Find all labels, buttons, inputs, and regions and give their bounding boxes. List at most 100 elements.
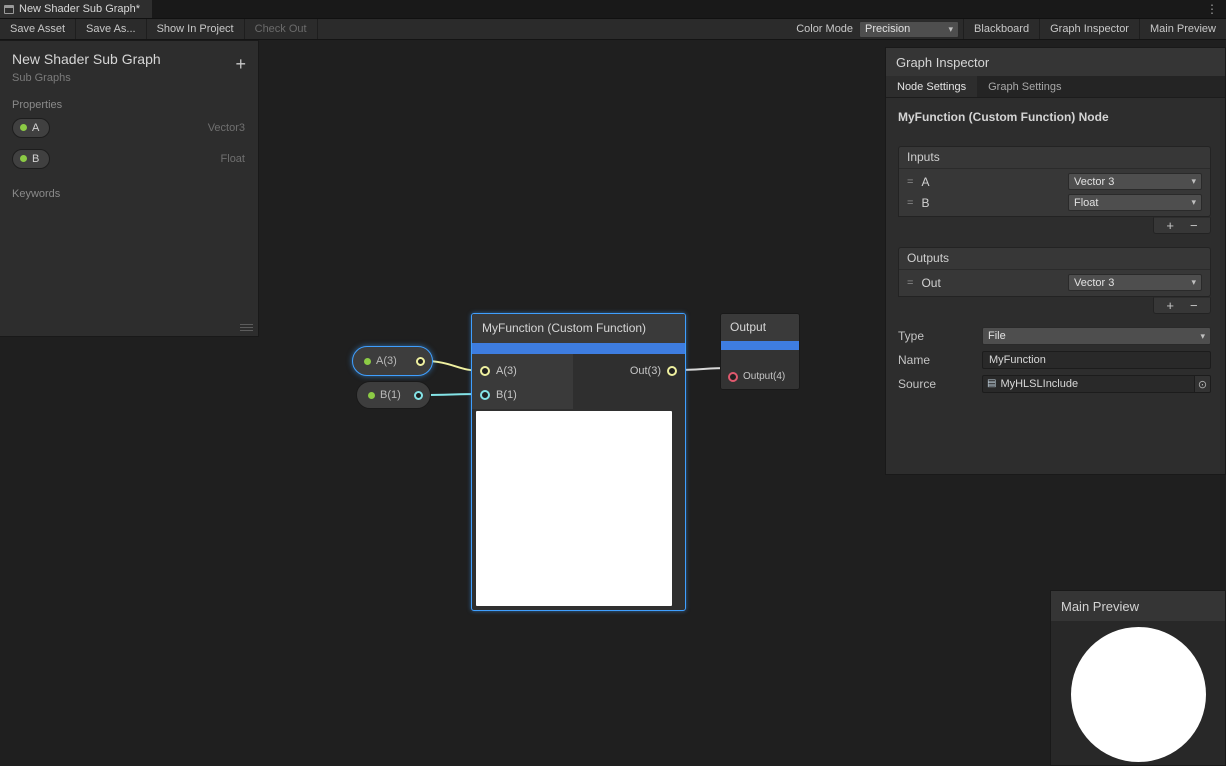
chevron-down-icon: ▾ bbox=[1191, 176, 1196, 187]
tab-strip: New Shader Sub Graph* ⋮ bbox=[0, 0, 1226, 18]
save-asset-button[interactable]: Save Asset bbox=[0, 19, 76, 39]
source-field-row: Source ▤ MyHLSLInclude ⊙ bbox=[898, 375, 1211, 393]
color-mode-value: Precision bbox=[865, 23, 910, 35]
blackboard-toggle-button[interactable]: Blackboard bbox=[963, 19, 1039, 39]
type-field-row: Type File ▾ bbox=[898, 327, 1211, 345]
output-type-dropdown[interactable]: Vector 3 ▾ bbox=[1068, 274, 1202, 291]
add-input-button[interactable]: + bbox=[1166, 218, 1174, 233]
outputs-list-header: Outputs bbox=[899, 248, 1210, 270]
save-as-button[interactable]: Save As... bbox=[76, 19, 147, 39]
output-port-label: Output(4) bbox=[743, 371, 785, 382]
name-field-row: Name bbox=[898, 351, 1211, 369]
node-preview bbox=[476, 411, 672, 606]
source-object-field[interactable]: ▤ MyHLSLInclude ⊙ bbox=[982, 375, 1211, 393]
property-node-a[interactable]: A(3) bbox=[352, 346, 433, 376]
input-port-b[interactable] bbox=[480, 390, 490, 400]
property-a-output-port[interactable] bbox=[416, 357, 425, 366]
add-property-button[interactable]: + bbox=[235, 55, 246, 73]
function-name-field[interactable] bbox=[982, 351, 1211, 369]
node-title: Output bbox=[721, 314, 799, 341]
tab-new-shader-sub-graph[interactable]: New Shader Sub Graph* bbox=[0, 0, 152, 18]
overflow-menu-icon[interactable]: ⋮ bbox=[1198, 0, 1226, 18]
blackboard-header: New Shader Sub Graph Sub Graphs + bbox=[0, 41, 258, 84]
output-node-port-row: Output(4) bbox=[721, 350, 799, 390]
graph-inspector-panel: Graph Inspector Node Settings Graph Sett… bbox=[885, 47, 1226, 475]
inspector-tabs: Node Settings Graph Settings bbox=[886, 76, 1225, 98]
main-preview-toggle-button[interactable]: Main Preview bbox=[1139, 19, 1226, 39]
input-name: A bbox=[921, 175, 1060, 189]
property-node-b[interactable]: B(1) bbox=[356, 381, 431, 409]
remove-output-button[interactable]: − bbox=[1190, 298, 1198, 313]
source-object-name: MyHLSLInclude bbox=[1000, 378, 1190, 390]
inputs-list-row[interactable]: = B Float ▾ bbox=[899, 192, 1210, 213]
remove-input-button[interactable]: − bbox=[1190, 218, 1198, 233]
resize-handle[interactable] bbox=[240, 324, 253, 332]
outputs-list-row[interactable]: = Out Vector 3 ▾ bbox=[899, 272, 1210, 293]
output-name: Out bbox=[921, 276, 1060, 290]
output-port-out[interactable] bbox=[667, 366, 677, 376]
node-ports: A(3) B(1) Out(3) bbox=[472, 354, 685, 409]
input-port-row: B(1) bbox=[472, 383, 573, 407]
properties-section-label: Properties bbox=[0, 99, 258, 111]
output-type-value: Vector 3 bbox=[1074, 277, 1114, 289]
chevron-down-icon: ▾ bbox=[949, 24, 954, 35]
input-type-value: Vector 3 bbox=[1074, 176, 1114, 188]
tab-title: New Shader Sub Graph* bbox=[19, 3, 140, 15]
chevron-down-icon: ▾ bbox=[1200, 331, 1205, 342]
toolbar: Save Asset Save As... Show In Project Ch… bbox=[0, 18, 1226, 40]
tab-graph-settings[interactable]: Graph Settings bbox=[977, 76, 1072, 97]
drag-handle-icon[interactable]: = bbox=[907, 197, 913, 209]
chevron-down-icon: ▾ bbox=[1191, 277, 1196, 288]
inspected-node-header: MyFunction (Custom Function) Node bbox=[898, 110, 1211, 124]
keywords-section-label: Keywords bbox=[0, 188, 258, 200]
drag-handle-icon[interactable]: = bbox=[907, 176, 913, 188]
output-ports-column: Out(3) bbox=[573, 354, 685, 409]
source-type-dropdown[interactable]: File ▾ bbox=[982, 327, 1211, 345]
overflow-glyph: ⋮ bbox=[1206, 2, 1218, 16]
property-dot-icon bbox=[368, 392, 375, 399]
input-type-dropdown[interactable]: Float ▾ bbox=[1068, 194, 1202, 211]
property-dot-icon bbox=[20, 155, 27, 162]
color-mode-dropdown[interactable]: Precision ▾ bbox=[859, 21, 959, 38]
output-node[interactable]: Output Output(4) bbox=[720, 313, 800, 390]
property-pill-b[interactable]: B bbox=[12, 149, 50, 169]
script-asset-icon: ▤ bbox=[987, 379, 996, 389]
drag-handle-icon[interactable]: = bbox=[907, 277, 913, 289]
source-type-value: File bbox=[988, 330, 1006, 342]
custom-function-node[interactable]: MyFunction (Custom Function) A(3) B(1) O… bbox=[471, 313, 686, 611]
preview-sphere bbox=[1071, 627, 1206, 762]
inspector-body: MyFunction (Custom Function) Node Inputs… bbox=[886, 98, 1225, 474]
inputs-list-row[interactable]: = A Vector 3 ▾ bbox=[899, 171, 1210, 192]
property-pill-a[interactable]: A bbox=[12, 118, 50, 138]
output-input-port[interactable] bbox=[728, 372, 738, 382]
input-port-label: B(1) bbox=[496, 389, 517, 401]
input-name: B bbox=[921, 196, 1060, 210]
input-port-a[interactable] bbox=[480, 366, 490, 376]
main-preview-viewport[interactable] bbox=[1051, 621, 1225, 765]
graph-inspector-title: Graph Inspector bbox=[886, 48, 1225, 76]
property-name: B bbox=[32, 153, 39, 165]
add-output-button[interactable]: + bbox=[1166, 298, 1174, 313]
blackboard-title: New Shader Sub Graph bbox=[12, 51, 246, 67]
property-row: A Vector3 bbox=[0, 113, 258, 142]
tab-node-settings[interactable]: Node Settings bbox=[886, 76, 977, 97]
graph-inspector-toggle-button[interactable]: Graph Inspector bbox=[1039, 19, 1139, 39]
type-label: Type bbox=[898, 329, 982, 343]
toolbar-spacer bbox=[318, 19, 791, 39]
blackboard-subtitle: Sub Graphs bbox=[12, 72, 246, 84]
property-node-label: A(3) bbox=[376, 355, 397, 367]
shader-graph-window: New Shader Sub Graph* ⋮ Save Asset Save … bbox=[0, 0, 1226, 766]
property-b-output-port[interactable] bbox=[414, 391, 423, 400]
property-node-label: B(1) bbox=[380, 389, 401, 401]
window-icon bbox=[4, 5, 14, 14]
property-type: Float bbox=[221, 153, 245, 165]
outputs-list-footer: + − bbox=[1153, 297, 1211, 314]
inputs-list-footer: + − bbox=[1153, 217, 1211, 234]
outputs-list: Outputs = Out Vector 3 ▾ bbox=[898, 247, 1211, 297]
check-out-button: Check Out bbox=[245, 19, 318, 39]
input-type-dropdown[interactable]: Vector 3 ▾ bbox=[1068, 173, 1202, 190]
object-picker-icon[interactable]: ⊙ bbox=[1194, 376, 1210, 392]
inputs-list: Inputs = A Vector 3 ▾ = B Float ▾ bbox=[898, 146, 1211, 217]
show-in-project-button[interactable]: Show In Project bbox=[147, 19, 245, 39]
output-port-label: Out(3) bbox=[630, 365, 661, 377]
